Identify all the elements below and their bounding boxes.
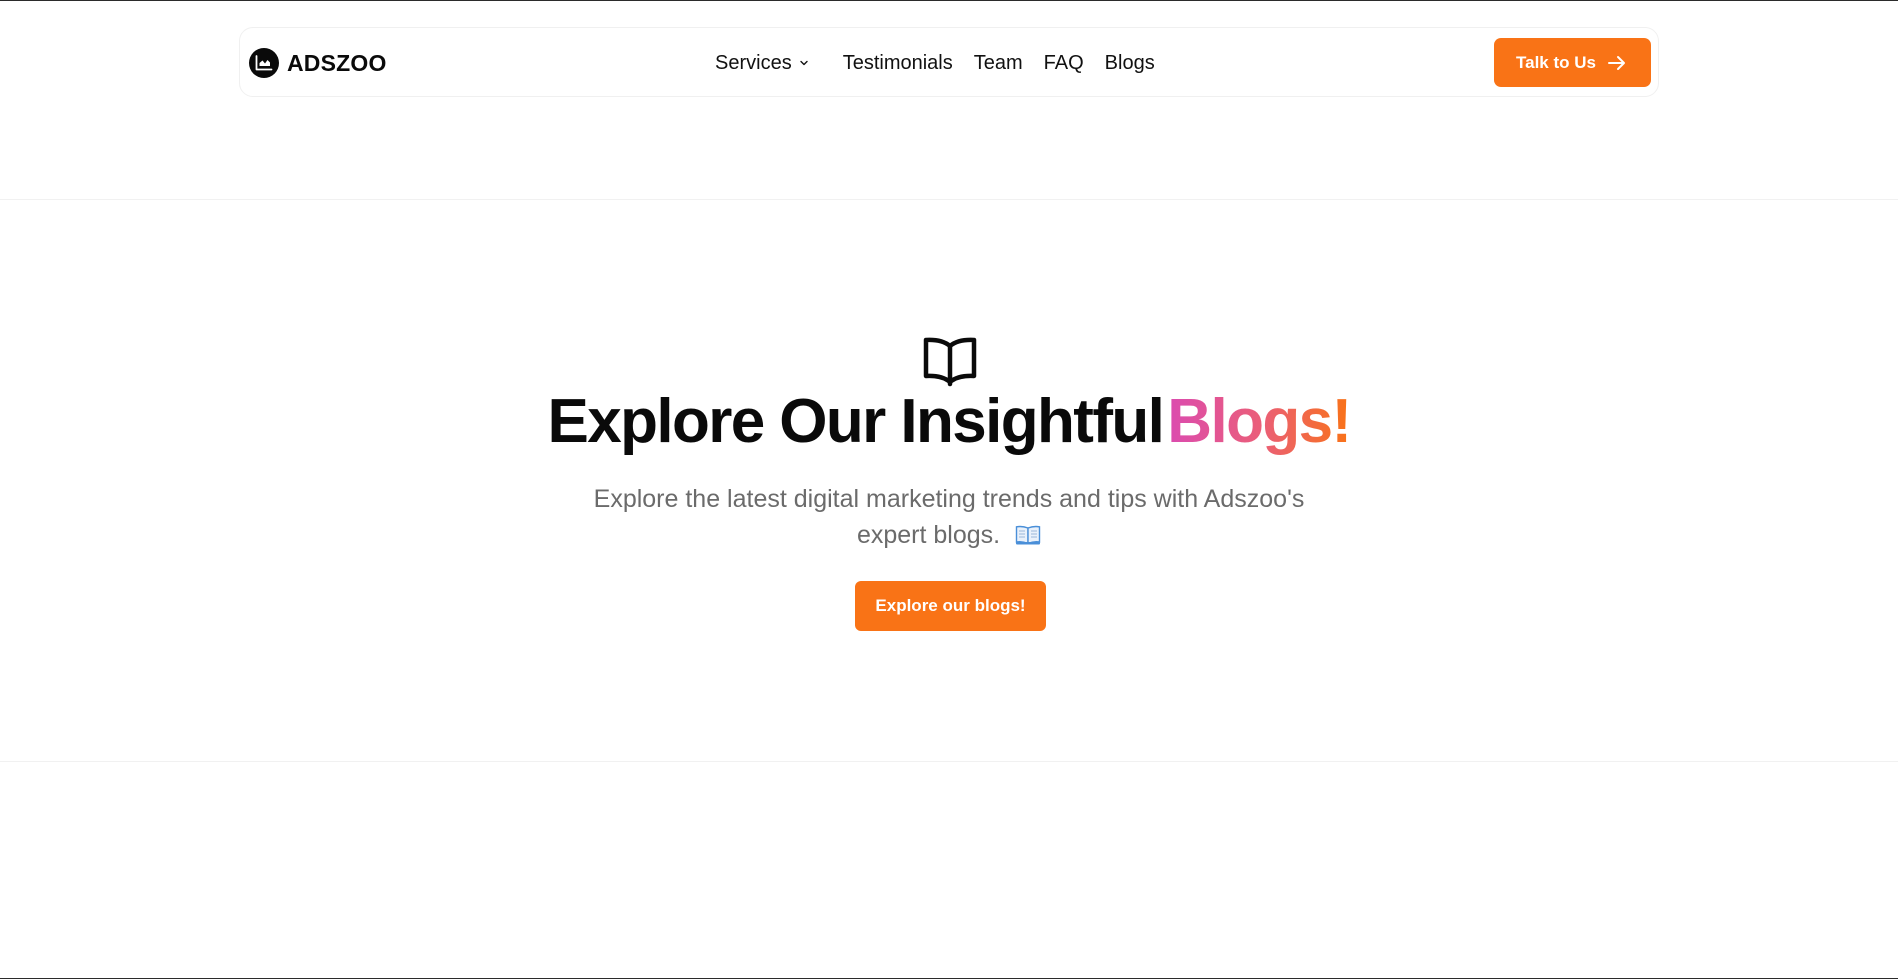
brand-logo[interactable]: ADSZOO <box>249 48 387 78</box>
nav-links: Services Testimonials Team FAQ Blogs <box>715 50 1155 76</box>
explore-blogs-button[interactable]: Explore our blogs! <box>855 581 1046 631</box>
open-book-emoji-icon <box>1015 519 1041 555</box>
hero-subtitle: Explore the latest digital marketing tre… <box>574 481 1324 555</box>
nav-item-blogs[interactable]: Blogs <box>1105 52 1155 75</box>
chart-logo-icon <box>249 48 279 78</box>
nav-item-label: Services <box>715 51 792 74</box>
hero-subtitle-text: Explore the latest digital marketing tre… <box>593 485 1305 549</box>
talk-to-us-button[interactable]: Talk to Us <box>1494 38 1651 87</box>
brand-name: ADSZOO <box>287 49 387 76</box>
section-divider-bottom <box>0 761 1898 762</box>
nav-item-services[interactable]: Services <box>715 52 810 75</box>
hero-title-accent: Blogs! <box>1167 387 1352 456</box>
arrow-right-icon <box>1607 54 1627 72</box>
hero-title-main: Explore Our Insightful <box>547 387 1164 456</box>
section-divider-top <box>0 199 1898 200</box>
nav-item-team[interactable]: Team <box>974 52 1023 75</box>
nav-item-faq[interactable]: FAQ <box>1044 52 1084 75</box>
chevron-down-icon <box>798 57 810 69</box>
hero-title: Explore Our InsightfulBlogs! <box>0 387 1898 457</box>
nav-item-testimonials[interactable]: Testimonials <box>843 52 953 75</box>
talk-to-us-label: Talk to Us <box>1516 52 1596 72</box>
navbar: ADSZOO Services Testimonials Team FAQ Bl… <box>239 27 1659 97</box>
open-book-icon <box>922 334 978 388</box>
